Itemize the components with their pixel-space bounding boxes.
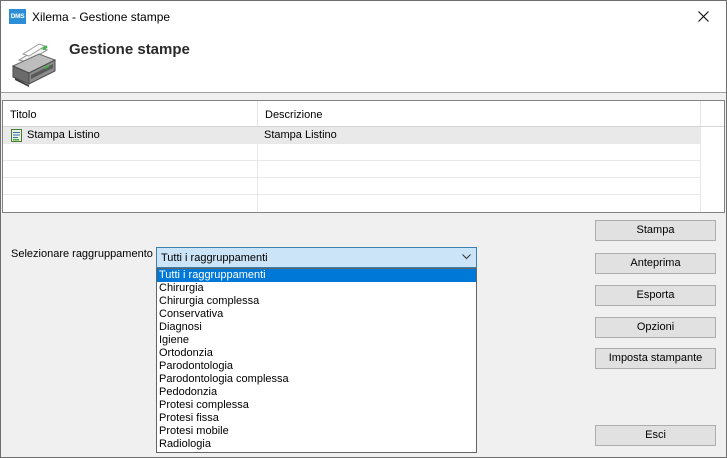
stampa-button[interactable]: Stampa: [595, 220, 716, 241]
printer-icon: [11, 43, 57, 87]
page-title: Gestione stampe: [69, 41, 190, 58]
grouping-select[interactable]: Tutti i raggruppamenti: [156, 247, 477, 268]
table-row[interactable]: Stampa Listino Stampa Listino: [3, 127, 700, 144]
dropdown-option-parodontologia-complessa[interactable]: Parodontologia complessa: [157, 373, 476, 386]
grid-right-strip: [700, 127, 724, 212]
dropdown-option-parodontologia[interactable]: Parodontologia: [157, 360, 476, 373]
dropdown-option-pedodonzia[interactable]: Pedodonzia: [157, 386, 476, 399]
table-row-empty: [3, 161, 700, 178]
anteprima-button[interactable]: Anteprima: [595, 253, 716, 274]
close-button[interactable]: [680, 1, 726, 32]
imposta-stampante-button[interactable]: Imposta stampante: [595, 348, 716, 369]
row-title: Stampa Listino: [27, 129, 100, 141]
cell-descrizione: Stampa Listino: [258, 127, 700, 144]
dms-app-icon: DMS: [9, 9, 26, 24]
dropdown-option-chirurgia[interactable]: Chirurgia: [157, 282, 476, 295]
dropdown-option-protesi-complessa[interactable]: Protesi complessa: [157, 399, 476, 412]
dropdown-option-chirurgia-complessa[interactable]: Chirurgia complessa: [157, 295, 476, 308]
dropdown-option-igiene[interactable]: Igiene: [157, 334, 476, 347]
empty-cell: [3, 161, 258, 178]
dropdown-option-diagnosi[interactable]: Diagnosi: [157, 321, 476, 334]
opzioni-button[interactable]: Opzioni: [595, 317, 716, 338]
empty-cell: [3, 195, 258, 212]
column-header-descrizione[interactable]: Descrizione: [258, 101, 701, 126]
grouping-selected-value: Tutti i raggruppamenti: [161, 252, 268, 264]
esporta-button[interactable]: Esporta: [595, 285, 716, 306]
empty-cell: [3, 178, 258, 195]
chevron-down-icon[interactable]: [462, 254, 471, 260]
grid-header: Titolo Descrizione: [3, 101, 724, 127]
cell-titolo: Stampa Listino: [3, 127, 258, 144]
dropdown-option-protesi-fissa[interactable]: Protesi fissa: [157, 412, 476, 425]
title-bar: DMS Xilema - Gestione stampe: [1, 1, 726, 32]
table-row-empty: [3, 144, 700, 161]
esci-button[interactable]: Esci: [595, 425, 716, 446]
window-title: Xilema - Gestione stampe: [32, 10, 171, 24]
header-panel: Gestione stampe: [1, 32, 726, 93]
print-list-grid[interactable]: Titolo Descrizione Stampa Listino Stampa…: [2, 100, 725, 213]
table-row-empty: [3, 178, 700, 195]
document-icon: [11, 129, 22, 142]
dropdown-option-protesi-mobile[interactable]: Protesi mobile: [157, 425, 476, 438]
dropdown-option-ortodonzia[interactable]: Ortodonzia: [157, 347, 476, 360]
dropdown-option-tutti[interactable]: Tutti i raggruppamenti: [157, 269, 476, 282]
close-icon: [697, 11, 709, 22]
table-row-empty: [3, 195, 700, 212]
dropdown-option-conservativa[interactable]: Conservativa: [157, 308, 476, 321]
grouping-dropdown-list[interactable]: Tutti i raggruppamenti Chirurgia Chirurg…: [156, 268, 477, 453]
print-manager-window: DMS Xilema - Gestione stampe Gestione st…: [0, 0, 727, 458]
column-header-titolo[interactable]: Titolo: [3, 101, 258, 126]
dropdown-option-radiologia[interactable]: Radiologia: [157, 438, 476, 451]
grouping-label: Selezionare raggruppamento: [11, 248, 153, 260]
empty-cell: [3, 144, 258, 161]
